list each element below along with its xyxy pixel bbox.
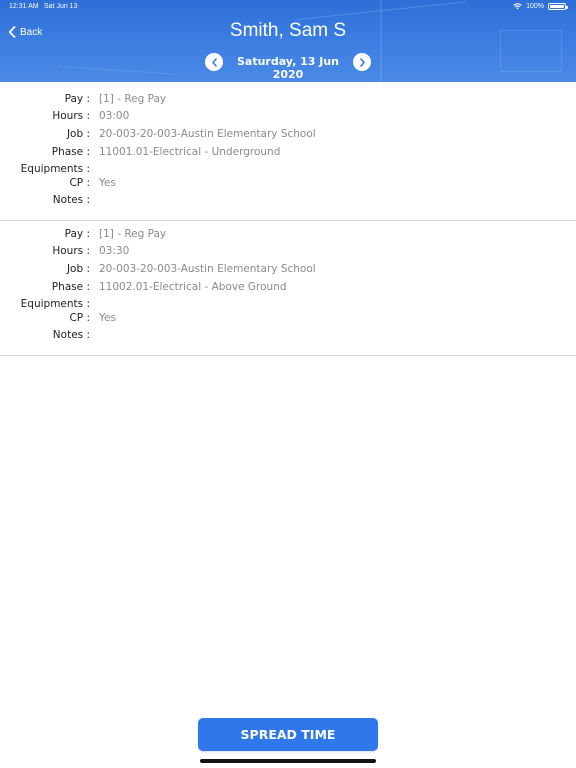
job-label: Job : [66,263,90,275]
pay-value: [1] - Reg Pay [99,93,167,105]
phase-label: Phase : [51,281,90,293]
hours-row: Hours : 03:00 [0,110,576,126]
cp-row: CP : Yes [0,312,576,328]
status-bar: 12:31 AM Sat Jun 13 100% [0,0,576,14]
job-value: 20-003-20-003-Austin Elementary School [99,128,316,140]
pay-label: Pay : [64,228,90,240]
current-date: Saturday, 13 Jun 2020 [236,55,340,81]
cp-label: CP : [69,312,90,324]
hours-label: Hours : [52,110,90,122]
previous-date-button[interactable] [205,53,223,71]
notes-row: Notes : [0,329,576,345]
home-indicator[interactable] [200,759,376,763]
cp-value: Yes [99,177,116,189]
status-time: 12:31 AM [9,3,39,10]
time-entry[interactable]: Pay : [1] - Reg Pay Hours : 03:00 Job : … [0,82,576,221]
date-navigator: Saturday, 13 Jun 2020 [0,52,576,81]
chevron-left-icon [211,57,217,67]
job-value: 20-003-20-003-Austin Elementary School [99,263,316,275]
page-title: Smith, Sam S [229,20,347,41]
phase-label: Phase : [51,146,90,158]
pay-row: Pay : [1] - Reg Pay [0,228,576,244]
cp-label: CP : [69,177,90,189]
pay-value: [1] - Reg Pay [99,228,167,240]
hours-row: Hours : 03:30 [0,245,576,261]
hours-value: 03:30 [99,245,130,257]
pay-label: Pay : [64,93,90,105]
hours-label: Hours : [52,245,90,257]
battery-percent: 100% [526,3,544,10]
notes-label: Notes : [52,194,90,206]
header: 12:31 AM Sat Jun 13 100% Back Smith, Sam… [0,0,576,82]
equipments-label: Equipments : [20,298,90,310]
phase-row: Phase : 11001.01-Electrical - Undergroun… [0,146,576,162]
screen: 12:31 AM Sat Jun 13 100% Back Smith, Sam… [0,0,576,768]
time-entry[interactable]: Pay : [1] - Reg Pay Hours : 03:30 Job : … [0,221,576,356]
status-indicators: 100% [513,3,568,10]
hours-value: 03:00 [99,110,130,122]
phase-value: 11002.01-Electrical - Above Ground [99,281,287,293]
cp-row: CP : Yes [0,177,576,193]
job-label: Job : [66,128,90,140]
notes-label: Notes : [52,329,90,341]
cp-value: Yes [99,312,116,324]
chevron-right-icon [359,57,365,67]
equipments-label: Equipments : [20,163,90,175]
battery-icon [548,3,568,10]
wifi-icon [513,3,522,10]
job-row: Job : 20-003-20-003-Austin Elementary Sc… [0,263,576,279]
next-date-button[interactable] [353,53,371,71]
phase-value: 11001.01-Electrical - Underground [99,146,281,158]
phase-row: Phase : 11002.01-Electrical - Above Grou… [0,281,576,297]
pay-row: Pay : [1] - Reg Pay [0,93,576,109]
spread-time-button[interactable]: SPREAD TIME [198,718,378,751]
notes-row: Notes : [0,194,576,210]
status-date: Sat Jun 13 [44,3,78,10]
job-row: Job : 20-003-20-003-Austin Elementary Sc… [0,128,576,144]
